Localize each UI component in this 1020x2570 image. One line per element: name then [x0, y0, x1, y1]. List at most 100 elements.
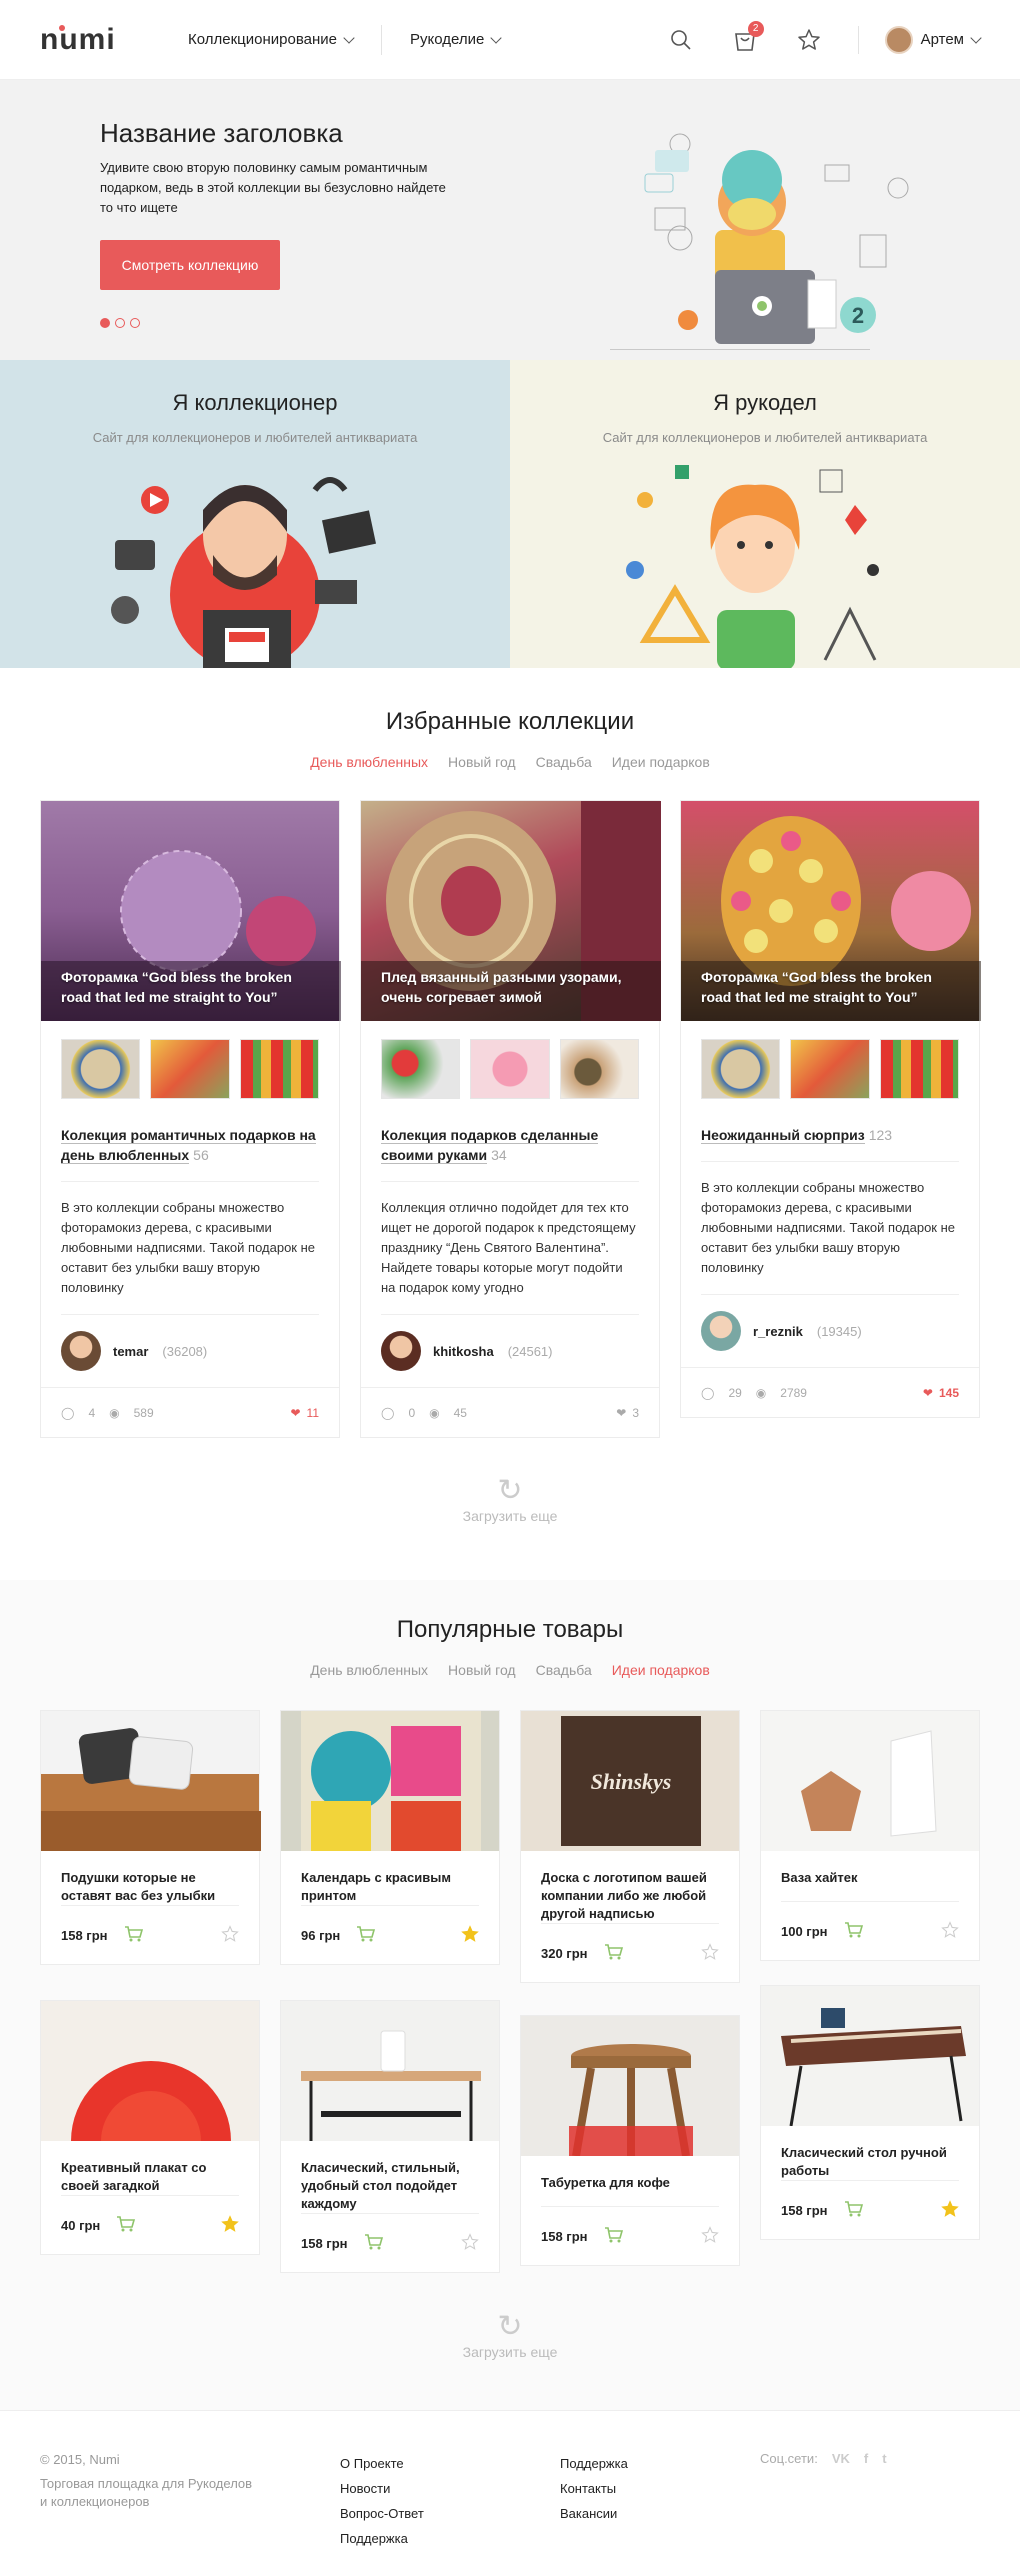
cart-icon[interactable]: [844, 1921, 864, 1942]
product-card[interactable]: Класический стол ручной работы 158 грн: [760, 1985, 980, 2240]
tab-wedding[interactable]: Свадьба: [536, 1662, 592, 1678]
collection-author[interactable]: khitkosha (24561): [361, 1315, 659, 1387]
product-card[interactable]: Табуретка для кофе 158 грн: [520, 2015, 740, 2266]
footer-link[interactable]: Контакты: [560, 2476, 628, 2501]
tab-gift-ideas[interactable]: Идеи подарков: [612, 1662, 710, 1678]
cart-icon[interactable]: [356, 1925, 376, 1946]
tab-wedding[interactable]: Свадьба: [536, 754, 592, 770]
nav-collecting[interactable]: Коллекционирование: [188, 31, 381, 48]
product-card[interactable]: Ваза хайтек 100 грн: [760, 1710, 980, 1961]
product-image[interactable]: [41, 2001, 259, 2141]
tab-valentines[interactable]: День влюбленных: [310, 1662, 428, 1678]
tab-new-year[interactable]: Новый год: [448, 754, 516, 770]
collection-card[interactable]: Фоторамка “God bless the broken road tha…: [680, 800, 981, 1418]
footer-link[interactable]: Поддержка: [340, 2526, 424, 2551]
product-card[interactable]: Креативный плакат со своей загадкой 40 г…: [40, 2000, 260, 2255]
user-menu[interactable]: Артем: [857, 25, 982, 54]
product-image[interactable]: [281, 1711, 499, 1851]
like-button[interactable]: ❤ 145: [923, 1386, 959, 1400]
collection-cover-image[interactable]: Плед вязанный разными узорами, очень сог…: [361, 801, 661, 1021]
thumbnail-image[interactable]: [61, 1039, 141, 1099]
thumbnail-image[interactable]: [701, 1039, 781, 1099]
collection-author[interactable]: r_reznik (19345): [681, 1295, 979, 1367]
footer-link[interactable]: Поддержка: [560, 2451, 628, 2476]
product-image[interactable]: [761, 1986, 979, 2127]
product-name[interactable]: Класический, стильный, удобный стол подо…: [281, 2141, 499, 2213]
product-image[interactable]: Shinskys: [521, 1711, 739, 1851]
star-icon[interactable]: [941, 1920, 959, 1942]
footer-link[interactable]: Новости: [340, 2476, 424, 2501]
product-image[interactable]: [41, 1711, 261, 1851]
footer-link[interactable]: Вакансии: [560, 2501, 628, 2526]
view-collection-button[interactable]: Смотреть коллекцию: [100, 240, 280, 290]
product-image[interactable]: [281, 2001, 499, 2141]
collection-card[interactable]: Фоторамка “God bless the broken road tha…: [40, 800, 341, 1438]
collection-author[interactable]: temar (36208): [41, 1315, 339, 1387]
product-name[interactable]: Класический стол ручной работы: [761, 2126, 979, 2180]
cart-button[interactable]: 2: [730, 20, 764, 55]
thumbnail-image[interactable]: [879, 1039, 959, 1099]
load-more-label: Загрузить еще: [462, 1508, 558, 1524]
star-icon[interactable]: [701, 1942, 719, 1964]
product-name[interactable]: Подушки которые не оставят вас без улыбк…: [41, 1851, 259, 1905]
tab-new-year[interactable]: Новый год: [448, 1662, 516, 1678]
crafter-panel[interactable]: Я рукодел Сайт для коллекционеров и люби…: [510, 360, 1020, 668]
product-name[interactable]: Ваза хайтек: [761, 1851, 979, 1901]
collection-title[interactable]: Колекция подарков сделанные своими рукам…: [361, 1099, 659, 1165]
search-icon[interactable]: [666, 25, 696, 55]
hero-title: Название заголовка: [100, 118, 343, 148]
product-name[interactable]: Табуретка для кофе: [521, 2156, 739, 2206]
collection-title[interactable]: Неожиданный сюрприз 123: [681, 1099, 979, 1145]
favorites-star-icon[interactable]: [794, 25, 824, 55]
cart-icon[interactable]: [604, 1943, 624, 1964]
star-icon-active[interactable]: [221, 2214, 239, 2236]
footer-link[interactable]: Вопрос-Ответ: [340, 2501, 424, 2526]
load-more-collections[interactable]: ↻ Загрузить еще: [0, 1474, 1020, 1524]
tab-gift-ideas[interactable]: Идеи подарков: [612, 754, 710, 770]
vk-icon[interactable]: VK: [832, 2451, 850, 2466]
product-name[interactable]: Доска с логотипом вашей компании либо же…: [521, 1851, 739, 1923]
cart-icon[interactable]: [604, 2226, 624, 2247]
logo[interactable]: numi: [40, 23, 130, 57]
product-card[interactable]: Календарь с красивым принтом 96 грн: [280, 1710, 500, 1965]
thumbnail-image[interactable]: [790, 1039, 870, 1099]
cart-icon[interactable]: [844, 2200, 864, 2221]
thumbnail-image[interactable]: [150, 1039, 230, 1099]
nav-handicraft[interactable]: Рукоделие: [410, 31, 528, 48]
product-card[interactable]: Подушки которые не оставят вас без улыбк…: [40, 1710, 261, 1965]
product-name[interactable]: Календарь с красивым принтом: [281, 1851, 499, 1905]
cart-icon[interactable]: [116, 2215, 136, 2236]
product-card[interactable]: Класический, стильный, удобный стол подо…: [280, 2000, 500, 2273]
twitter-icon[interactable]: t: [882, 2451, 886, 2466]
footer-link[interactable]: О Проекте: [340, 2451, 424, 2476]
like-button[interactable]: ❤ 11: [290, 1406, 319, 1420]
like-button[interactable]: ❤ 3: [616, 1406, 639, 1420]
load-more-products[interactable]: ↻ Загрузить еще: [0, 2310, 1020, 2360]
collection-cover-image[interactable]: Фоторамка “God bless the broken road tha…: [681, 801, 981, 1021]
star-icon-active[interactable]: [461, 1924, 479, 1946]
product-image[interactable]: [521, 2016, 739, 2157]
cart-icon[interactable]: [364, 2233, 384, 2254]
star-icon[interactable]: [221, 1924, 239, 1946]
collection-cover-image[interactable]: Фоторамка “God bless the broken road tha…: [41, 801, 341, 1021]
collection-card[interactable]: Плед вязанный разными узорами, очень сог…: [360, 800, 661, 1438]
thumbnail-image[interactable]: [239, 1039, 319, 1099]
star-icon[interactable]: [701, 2225, 719, 2247]
facebook-icon[interactable]: f: [864, 2451, 868, 2466]
thumbnail-image[interactable]: [559, 1039, 639, 1099]
product-card[interactable]: Shinskys Доска с логотипом вашей компани…: [520, 1710, 740, 1983]
collection-title[interactable]: Колекция романтичных подарков на день вл…: [41, 1099, 339, 1165]
thumbnail-image[interactable]: [381, 1039, 461, 1099]
views-count: 45: [453, 1405, 467, 1420]
star-icon-active[interactable]: [941, 2199, 959, 2221]
thumbnail-image[interactable]: [470, 1039, 550, 1099]
slider-dot[interactable]: [130, 318, 140, 328]
star-icon[interactable]: [461, 2232, 479, 2254]
tab-valentines[interactable]: День влюбленных: [310, 754, 428, 770]
collector-panel[interactable]: Я коллекционер Сайт для коллекционеров и…: [0, 360, 510, 668]
product-image[interactable]: [761, 1711, 979, 1851]
slider-dot[interactable]: [100, 318, 110, 328]
product-name[interactable]: Креативный плакат со своей загадкой: [41, 2141, 259, 2195]
slider-dot[interactable]: [115, 318, 125, 328]
cart-icon[interactable]: [124, 1925, 144, 1946]
